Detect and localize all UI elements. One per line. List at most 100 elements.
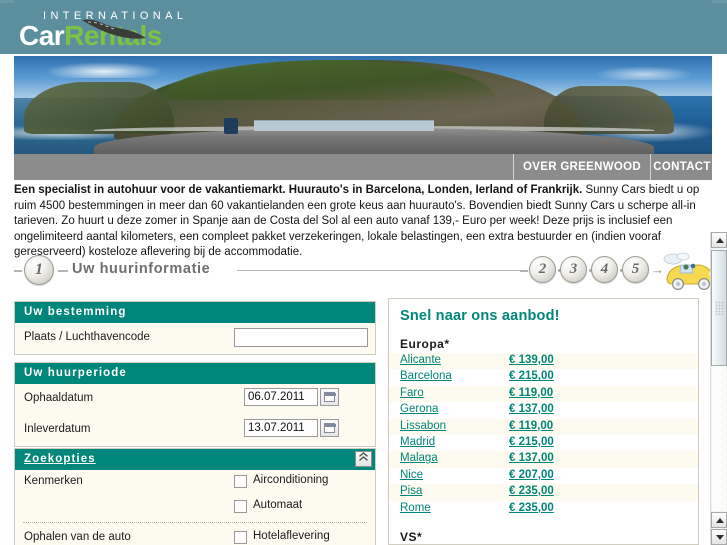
offer-price-link[interactable]: € 139,00 [509, 354, 554, 366]
page-scrollbar[interactable] [710, 232, 727, 545]
primary-navbar: OVER GREENWOOD CONTACT [14, 154, 712, 180]
offer-city-link[interactable]: Rome [400, 502, 431, 514]
scrollbar-grip-icon [715, 301, 725, 315]
offer-city-link[interactable]: Faro [400, 387, 424, 399]
chevron-double-up-icon[interactable] [355, 451, 372, 467]
offer-row[interactable]: Nice € 207,00 [389, 468, 698, 484]
calendar-icon [324, 392, 336, 402]
step-dash [14, 270, 22, 272]
scroll-down-button-2[interactable] [711, 529, 727, 545]
banner-parked-car [224, 118, 238, 134]
panel-destination-title: Uw bestemming [24, 306, 127, 318]
logo-word-car: Car [19, 20, 65, 51]
chevron-double-up-glyph [359, 452, 368, 461]
checkbox-hotelaflevering-label: Hotelaflevering [253, 530, 330, 542]
panel-period-body: Ophaaldatum Inleverdatum [15, 384, 375, 446]
offer-city-link[interactable]: Barcelona [400, 370, 452, 382]
scroll-up-button[interactable] [711, 232, 727, 248]
offer-row[interactable]: Pisa € 235,00 [389, 484, 698, 501]
step-indicator-1[interactable]: 1 [24, 255, 54, 285]
offer-city-link[interactable]: Nice [400, 469, 423, 481]
offer-row[interactable]: Lissabon € 119,00 [389, 418, 698, 435]
offer-city-link[interactable]: Alicante [400, 354, 441, 366]
site-header: INTERNATIONAL CarRentals [0, 0, 727, 54]
scroll-up-arrow-icon [716, 238, 724, 243]
feature-row-automaat: Automaat [15, 495, 375, 520]
panel-destination: Uw bestemming Plaats / Luchthavencode [14, 301, 376, 355]
checkbox-automaat[interactable] [234, 500, 247, 513]
intro-paragraph: Een specialist in autohuur voor de vakan… [14, 183, 712, 261]
offer-price-link[interactable]: € 137,00 [509, 403, 554, 415]
step-indicator-5[interactable]: 5 [622, 256, 649, 283]
step-indicator-2[interactable]: 2 [529, 256, 556, 283]
scroll-down-button-1[interactable] [711, 512, 727, 528]
options-divider [23, 522, 367, 523]
pickup-date-row: Ophaaldatum [15, 384, 375, 415]
offer-price-link[interactable]: € 137,00 [509, 452, 554, 464]
checkbox-airconditioning[interactable] [234, 475, 247, 488]
offer-price-link[interactable]: € 215,00 [509, 370, 554, 382]
offer-price-link[interactable]: € 119,00 [509, 387, 553, 399]
feature-row-airconditioning: Kenmerken Airconditioning [15, 470, 375, 495]
site-logo[interactable]: INTERNATIONAL CarRentals [19, 8, 259, 51]
step-dash [520, 270, 528, 272]
offer-price-link[interactable]: € 235,00 [509, 485, 554, 497]
offer-row[interactable]: Rome € 235,00 [389, 501, 698, 517]
quick-offers-title: Snel naar ons aanbod! [400, 308, 560, 324]
page-root: INTERNATIONAL CarRentals OVER GREENWOOD [0, 0, 727, 545]
return-date-calendar-button[interactable] [320, 419, 339, 437]
offer-city-link[interactable]: Malaga [400, 452, 438, 464]
logo-word-rentals: Rentals [64, 20, 162, 51]
convertible-car-icon [663, 252, 714, 291]
panel-destination-body: Plaats / Luchthavencode [15, 323, 375, 354]
step-indicator-3[interactable]: 3 [560, 256, 587, 283]
offer-city-link[interactable]: Pisa [400, 485, 422, 497]
offer-city-link[interactable]: Madrid [400, 436, 435, 448]
panel-search-options: Zoekopties Kenmerken Airconditioning Aut… [14, 448, 376, 545]
panel-search-options-body: Kenmerken Airconditioning Automaat Ophal… [15, 470, 375, 545]
pickup-date-label: Ophaaldatum [24, 392, 94, 404]
step-dash [58, 270, 68, 272]
features-group-label: Kenmerken [24, 475, 83, 487]
offer-row[interactable]: Alicante € 139,00 [389, 353, 698, 370]
offer-row[interactable]: Faro € 119,00 [389, 385, 698, 403]
offer-row[interactable]: Barcelona € 215,00 [389, 369, 698, 385]
panel-period-header: Uw huurperiode [15, 363, 375, 384]
pickup-option-row-hotel: Ophalen van de auto Hotelaflevering [15, 526, 375, 545]
destination-input[interactable] [234, 328, 368, 347]
checkbox-automaat-label: Automaat [253, 499, 303, 511]
logo-wordmark: CarRentals [19, 21, 162, 51]
scroll-down-arrow-icon [716, 535, 724, 540]
offer-row[interactable]: Madrid € 215,00 [389, 435, 698, 451]
offer-city-link[interactable]: Lissabon [400, 420, 446, 432]
calendar-icon [324, 423, 336, 433]
offer-row[interactable]: Malaga € 137,00 [389, 451, 698, 468]
quick-offers-panel: Snel naar ons aanbod! Europa* Alicante €… [388, 298, 699, 545]
offer-price-link[interactable]: € 207,00 [509, 469, 554, 481]
offer-price-link[interactable]: € 215,00 [509, 436, 554, 448]
offer-price-link[interactable]: € 235,00 [509, 502, 554, 514]
banner-barrier-wall [254, 120, 434, 131]
return-date-row: Inleverdatum [15, 415, 375, 446]
panel-destination-header: Uw bestemming [15, 302, 375, 323]
intro-lead: Een specialist in autohuur voor de vakan… [14, 184, 583, 196]
step-rule [237, 270, 520, 271]
nav-item-over-greenwood[interactable]: OVER GREENWOOD [513, 154, 651, 180]
pickup-date-calendar-button[interactable] [320, 388, 339, 406]
scrollbar-thumb[interactable] [711, 250, 727, 366]
destination-field-label: Plaats / Luchthavencode [24, 331, 150, 343]
panel-period-title: Uw huurperiode [24, 367, 127, 379]
panel-search-options-header: Zoekopties [15, 449, 375, 470]
banner-cloud [44, 62, 164, 78]
step-indicator-4[interactable]: 4 [591, 256, 618, 283]
nav-item-contact[interactable]: CONTACT [652, 154, 712, 180]
scrollbar-track[interactable] [711, 366, 727, 511]
panel-rental-period: Uw huurperiode Ophaaldatum Inleverdatum [14, 362, 376, 447]
offer-city-link[interactable]: Gerona [400, 403, 438, 415]
pickup-date-input[interactable] [244, 388, 318, 406]
checkbox-hotelaflevering[interactable] [234, 531, 247, 544]
offer-row[interactable]: Gerona € 137,00 [389, 402, 698, 418]
return-date-input[interactable] [244, 419, 318, 437]
offer-price-link[interactable]: € 119,00 [509, 420, 553, 432]
scroll-up-arrow-icon [716, 518, 724, 523]
